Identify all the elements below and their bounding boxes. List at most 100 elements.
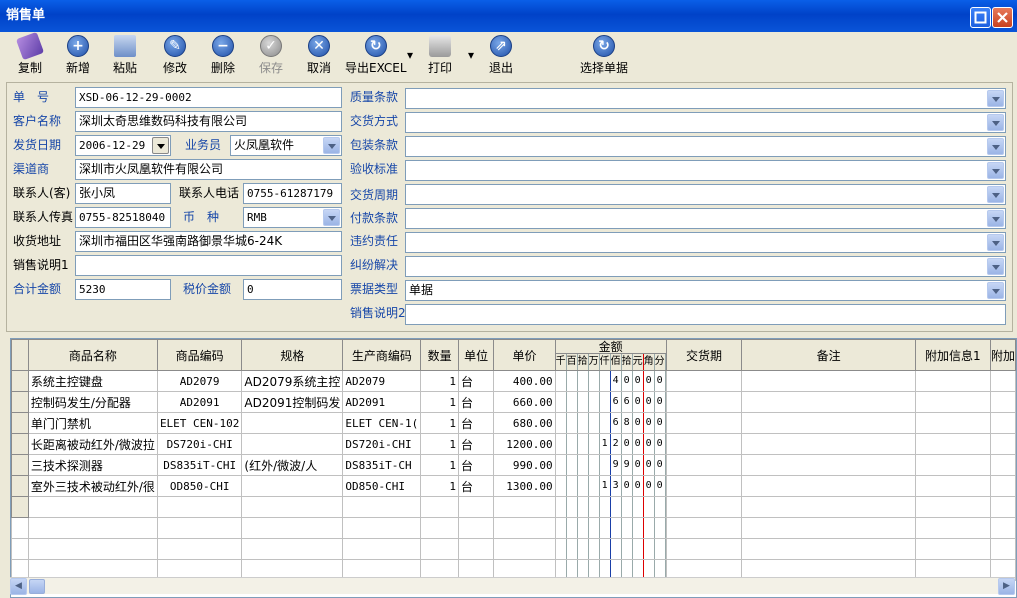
delivery-dropdown-icon[interactable] <box>987 114 1004 131</box>
cell-mfr[interactable]: AD2079 <box>342 370 422 392</box>
scroll-thumb[interactable] <box>29 579 45 594</box>
acceptance-dropdown-icon[interactable] <box>987 162 1004 179</box>
cell-extra2[interactable] <box>989 454 1016 476</box>
col-header-price[interactable]: 单价 <box>493 339 556 371</box>
export-dropdown-icon[interactable]: ▾ <box>407 48 413 62</box>
row-selector[interactable] <box>11 370 29 392</box>
cell-remark[interactable] <box>741 454 916 476</box>
maximize-button[interactable] <box>970 7 991 28</box>
cell-qty[interactable] <box>420 496 459 518</box>
cell-price[interactable]: 680.00 <box>493 412 556 434</box>
note1-field[interactable] <box>75 255 342 276</box>
copy-button[interactable]: 复制 <box>15 31 45 76</box>
cell-extra2[interactable] <box>989 517 1016 539</box>
cell-unit[interactable]: 台 <box>457 433 495 455</box>
col-header-unit[interactable]: 单位 <box>457 339 495 371</box>
currency-dropdown-icon[interactable] <box>323 209 340 226</box>
cell-remark[interactable] <box>741 475 916 497</box>
cell-price[interactable] <box>493 538 556 560</box>
cell-extra1[interactable] <box>914 475 991 497</box>
phone-field[interactable]: 0755-61287179 <box>243 183 342 204</box>
cell-extra2[interactable] <box>989 433 1016 455</box>
address-field[interactable]: 深圳市福田区华强南路御景华城6-24K <box>75 231 342 252</box>
close-button[interactable] <box>992 7 1013 28</box>
cell-remark[interactable] <box>741 496 916 518</box>
table-row[interactable]: 系统主控键盘 AD2079 AD2079系统主控 AD2079 1 台 400.00 4 0 0 0… <box>11 370 1016 392</box>
cell-delivery[interactable] <box>665 475 743 497</box>
cell-unit[interactable]: 台 <box>457 475 495 497</box>
cell-amount[interactable]: 66000 <box>554 391 667 413</box>
cell-price[interactable]: 1300.00 <box>493 475 556 497</box>
cell-code[interactable]: OD850-CHI <box>156 475 243 497</box>
order-no-field[interactable]: XSD-06-12-29-0002 <box>75 87 342 108</box>
quality-select[interactable] <box>405 88 1006 109</box>
contact-field[interactable]: 张小凤 <box>75 183 171 204</box>
cell-extra1[interactable] <box>914 517 991 539</box>
cell-price[interactable]: 660.00 <box>493 391 556 413</box>
cell-remark[interactable] <box>741 412 916 434</box>
cell-price[interactable]: 990.00 <box>493 454 556 476</box>
cell-delivery[interactable] <box>665 454 743 476</box>
ship-date-field[interactable]: 2006-12-29 <box>75 135 171 156</box>
row-selector[interactable] <box>11 475 29 497</box>
col-header-code[interactable]: 商品编码 <box>156 339 243 371</box>
col-header-delivery[interactable]: 交货期 <box>665 339 743 371</box>
cell-qty[interactable]: 1 <box>420 475 459 497</box>
row-selector[interactable] <box>11 433 29 455</box>
cell-extra1[interactable] <box>914 454 991 476</box>
cell-unit[interactable]: 台 <box>457 412 495 434</box>
cell-code[interactable]: DS720i-CHI <box>156 433 243 455</box>
cell-spec[interactable] <box>241 475 344 497</box>
cell-unit[interactable] <box>457 517 495 539</box>
export-excel-button[interactable]: ↻ 导出EXCEL <box>345 35 407 76</box>
cell-code[interactable]: AD2079 <box>156 370 243 392</box>
quality-dropdown-icon[interactable] <box>987 90 1004 107</box>
invoice-dropdown-icon[interactable] <box>987 282 1004 299</box>
cell-price[interactable]: 400.00 <box>493 370 556 392</box>
cell-extra2[interactable] <box>989 412 1016 434</box>
cell-code[interactable]: AD2091 <box>156 391 243 413</box>
row-selector[interactable] <box>11 412 29 434</box>
salesman-dropdown-icon[interactable] <box>323 137 340 154</box>
cell-mfr[interactable]: ELET CEN-1( <box>342 412 422 434</box>
total-field[interactable]: 5230 <box>75 279 171 300</box>
cycle-select[interactable] <box>405 184 1006 205</box>
cell-qty[interactable]: 1 <box>420 391 459 413</box>
cell-delivery[interactable] <box>665 517 743 539</box>
cell-price[interactable] <box>493 517 556 539</box>
table-row[interactable]: 控制码发生/分配器 AD2091 AD2091控制码发 AD2091 1 台 660.00 6… <box>11 391 1016 413</box>
cell-amount[interactable]: 40000 <box>554 370 667 392</box>
payment-select[interactable] <box>405 208 1006 229</box>
cell-mfr[interactable] <box>342 538 422 560</box>
cell-amount[interactable]: 99000 <box>554 454 667 476</box>
cell-extra1[interactable] <box>914 391 991 413</box>
col-header-spec[interactable]: 规格 <box>241 339 344 371</box>
cell-qty[interactable]: 1 <box>420 412 459 434</box>
cell-extra2[interactable] <box>989 391 1016 413</box>
acceptance-select[interactable] <box>405 160 1006 181</box>
delivery-select[interactable] <box>405 112 1006 133</box>
invoice-select[interactable]: 单据 <box>405 280 1006 301</box>
cell-name[interactable]: 长距离被动红外/微波拉 <box>27 433 158 455</box>
cell-extra1[interactable] <box>914 496 991 518</box>
ship-date-dropdown-icon[interactable] <box>152 137 169 154</box>
col-header-name[interactable]: 商品名称 <box>27 339 158 371</box>
cell-spec[interactable]: AD2091控制码发 <box>241 391 344 413</box>
fax-field[interactable]: 0755-82518040 <box>75 207 171 228</box>
cell-qty[interactable]: 1 <box>420 454 459 476</box>
cell-extra2[interactable] <box>989 475 1016 497</box>
cell-unit[interactable]: 台 <box>457 454 495 476</box>
select-document-button[interactable]: ↻ 选择单据 <box>580 35 628 76</box>
cell-name[interactable] <box>27 496 158 518</box>
cell-name[interactable] <box>27 517 158 539</box>
note2-field[interactable] <box>405 304 1006 325</box>
cell-mfr[interactable]: AD2091 <box>342 391 422 413</box>
cell-qty[interactable] <box>420 517 459 539</box>
col-header-qty[interactable]: 数量 <box>420 339 459 371</box>
cell-extra1[interactable] <box>914 433 991 455</box>
row-selector[interactable] <box>11 496 29 518</box>
table-row[interactable]: 室外三技术被动红外/很 OD850-CHI OD850-CHI 1 台 1300.00 1 3… <box>11 475 1016 497</box>
cell-amount[interactable] <box>554 538 667 560</box>
dispute-dropdown-icon[interactable] <box>987 258 1004 275</box>
row-selector[interactable] <box>11 454 29 476</box>
